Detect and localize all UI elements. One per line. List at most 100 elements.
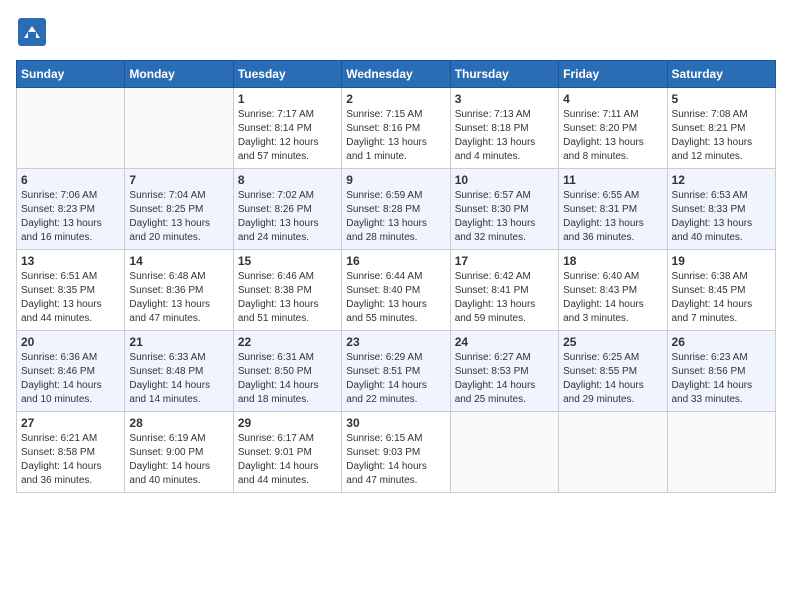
day-info: Sunrise: 7:15 AM Sunset: 8:16 PM Dayligh… xyxy=(346,108,445,164)
calendar-cell: 11Sunrise: 6:55 AM Sunset: 8:31 PM Dayli… xyxy=(559,169,667,250)
calendar-week-row: 27 Sunrise: 6:21 AM Sunset: 8:58 PM Dayli… xyxy=(17,412,776,493)
day-number: 10 xyxy=(455,173,554,187)
day-number: 11 xyxy=(563,173,662,187)
day-info: Sunrise: 7:04 AM Sunset: 8:25 PM Dayligh… xyxy=(129,189,228,245)
day-info: Sunrise: 7:13 AM Sunset: 8:18 PM Dayligh… xyxy=(455,108,554,164)
calendar-cell: 22 Sunrise: 6:31 AM Sunset: 8:50 PM Dayli… xyxy=(233,331,341,412)
calendar-cell: 10 Sunrise: 6:57 AM Sunset: 8:30 PM Dayli… xyxy=(450,169,558,250)
day-number: 3 xyxy=(455,92,554,106)
day-info: Sunrise: 6:53 AM Sunset: 8:33 PM Dayligh… xyxy=(672,189,771,245)
weekday-header-monday: Monday xyxy=(125,61,233,88)
day-number: 24 xyxy=(455,335,554,349)
day-info: Sunrise: 6:19 AM Sunset: 9:00 PM Dayligh… xyxy=(129,432,228,488)
page-header xyxy=(16,16,776,48)
day-number: 15 xyxy=(238,254,337,268)
day-number: 25 xyxy=(563,335,662,349)
day-number: 7 xyxy=(129,173,228,187)
day-info: Sunrise: 7:17 AM Sunset: 8:14 PM Dayligh… xyxy=(238,108,337,164)
day-number: 12 xyxy=(672,173,771,187)
day-info: Sunrise: 7:06 AM Sunset: 8:23 PM Dayligh… xyxy=(21,189,120,245)
day-info: Sunrise: 6:42 AM Sunset: 8:41 PM Dayligh… xyxy=(455,270,554,326)
calendar-cell: 18 Sunrise: 6:40 AM Sunset: 8:43 PM Dayli… xyxy=(559,250,667,331)
calendar-cell: 15 Sunrise: 6:46 AM Sunset: 8:38 PM Dayli… xyxy=(233,250,341,331)
calendar-cell xyxy=(125,88,233,169)
day-number: 16 xyxy=(346,254,445,268)
day-number: 29 xyxy=(238,416,337,430)
calendar-cell: 9Sunrise: 6:59 AM Sunset: 8:28 PM Daylig… xyxy=(342,169,450,250)
calendar-week-row: 20Sunrise: 6:36 AM Sunset: 8:46 PM Dayli… xyxy=(17,331,776,412)
day-info: Sunrise: 6:38 AM Sunset: 8:45 PM Dayligh… xyxy=(672,270,771,326)
day-info: Sunrise: 6:59 AM Sunset: 8:28 PM Dayligh… xyxy=(346,189,445,245)
day-number: 8 xyxy=(238,173,337,187)
day-number: 17 xyxy=(455,254,554,268)
calendar-cell: 24 Sunrise: 6:27 AM Sunset: 8:53 PM Dayli… xyxy=(450,331,558,412)
day-info: Sunrise: 6:23 AM Sunset: 8:56 PM Dayligh… xyxy=(672,351,771,407)
calendar-cell: 14 Sunrise: 6:48 AM Sunset: 8:36 PM Dayli… xyxy=(125,250,233,331)
day-number: 21 xyxy=(129,335,228,349)
day-number: 1 xyxy=(238,92,337,106)
day-number: 22 xyxy=(238,335,337,349)
calendar-cell: 16 Sunrise: 6:44 AM Sunset: 8:40 PM Dayli… xyxy=(342,250,450,331)
weekday-header-thursday: Thursday xyxy=(450,61,558,88)
weekday-header-sunday: Sunday xyxy=(17,61,125,88)
day-info: Sunrise: 6:27 AM Sunset: 8:53 PM Dayligh… xyxy=(455,351,554,407)
day-number: 28 xyxy=(129,416,228,430)
day-info: Sunrise: 6:31 AM Sunset: 8:50 PM Dayligh… xyxy=(238,351,337,407)
day-number: 4 xyxy=(563,92,662,106)
calendar-cell xyxy=(450,412,558,493)
calendar-cell: 6 Sunrise: 7:06 AM Sunset: 8:23 PM Daylig… xyxy=(17,169,125,250)
day-number: 5 xyxy=(672,92,771,106)
calendar-cell: 25 Sunrise: 6:25 AM Sunset: 8:55 PM Dayli… xyxy=(559,331,667,412)
day-number: 18 xyxy=(563,254,662,268)
day-info: Sunrise: 6:46 AM Sunset: 8:38 PM Dayligh… xyxy=(238,270,337,326)
calendar-cell: 17 Sunrise: 6:42 AM Sunset: 8:41 PM Dayli… xyxy=(450,250,558,331)
calendar-cell: 2 Sunrise: 7:15 AM Sunset: 8:16 PM Daylig… xyxy=(342,88,450,169)
calendar-cell xyxy=(559,412,667,493)
day-number: 14 xyxy=(129,254,228,268)
day-number: 26 xyxy=(672,335,771,349)
calendar-cell: 3 Sunrise: 7:13 AM Sunset: 8:18 PM Daylig… xyxy=(450,88,558,169)
day-info: Sunrise: 6:51 AM Sunset: 8:35 PM Dayligh… xyxy=(21,270,120,326)
day-info: Sunrise: 7:08 AM Sunset: 8:21 PM Dayligh… xyxy=(672,108,771,164)
calendar-cell: 12 Sunrise: 6:53 AM Sunset: 8:33 PM Dayli… xyxy=(667,169,775,250)
calendar-cell: 20Sunrise: 6:36 AM Sunset: 8:46 PM Dayli… xyxy=(17,331,125,412)
calendar-cell: 7 Sunrise: 7:04 AM Sunset: 8:25 PM Daylig… xyxy=(125,169,233,250)
day-info: Sunrise: 6:48 AM Sunset: 8:36 PM Dayligh… xyxy=(129,270,228,326)
weekday-header-saturday: Saturday xyxy=(667,61,775,88)
logo-icon xyxy=(16,16,48,48)
day-info: Sunrise: 6:57 AM Sunset: 8:30 PM Dayligh… xyxy=(455,189,554,245)
calendar-header-row: SundayMondayTuesdayWednesdayThursdayFrid… xyxy=(17,61,776,88)
day-number: 2 xyxy=(346,92,445,106)
day-number: 19 xyxy=(672,254,771,268)
calendar-cell: 26 Sunrise: 6:23 AM Sunset: 8:56 PM Dayli… xyxy=(667,331,775,412)
logo xyxy=(16,16,52,48)
weekday-header-wednesday: Wednesday xyxy=(342,61,450,88)
calendar-cell: 27 Sunrise: 6:21 AM Sunset: 8:58 PM Dayli… xyxy=(17,412,125,493)
calendar-cell: 28 Sunrise: 6:19 AM Sunset: 9:00 PM Dayli… xyxy=(125,412,233,493)
day-info: Sunrise: 6:17 AM Sunset: 9:01 PM Dayligh… xyxy=(238,432,337,488)
calendar-cell: 8Sunrise: 7:02 AM Sunset: 8:26 PM Daylig… xyxy=(233,169,341,250)
day-info: Sunrise: 6:25 AM Sunset: 8:55 PM Dayligh… xyxy=(563,351,662,407)
day-number: 30 xyxy=(346,416,445,430)
day-number: 23 xyxy=(346,335,445,349)
calendar-week-row: 6 Sunrise: 7:06 AM Sunset: 8:23 PM Daylig… xyxy=(17,169,776,250)
calendar-cell xyxy=(667,412,775,493)
day-info: Sunrise: 6:40 AM Sunset: 8:43 PM Dayligh… xyxy=(563,270,662,326)
calendar-week-row: 13Sunrise: 6:51 AM Sunset: 8:35 PM Dayli… xyxy=(17,250,776,331)
day-info: Sunrise: 6:33 AM Sunset: 8:48 PM Dayligh… xyxy=(129,351,228,407)
day-number: 27 xyxy=(21,416,120,430)
day-number: 6 xyxy=(21,173,120,187)
calendar-cell: 5 Sunrise: 7:08 AM Sunset: 8:21 PM Daylig… xyxy=(667,88,775,169)
calendar-cell: 1 Sunrise: 7:17 AM Sunset: 8:14 PM Daylig… xyxy=(233,88,341,169)
weekday-header-friday: Friday xyxy=(559,61,667,88)
day-info: Sunrise: 6:21 AM Sunset: 8:58 PM Dayligh… xyxy=(21,432,120,488)
calendar-cell: 21 Sunrise: 6:33 AM Sunset: 8:48 PM Dayli… xyxy=(125,331,233,412)
day-info: Sunrise: 6:36 AM Sunset: 8:46 PM Dayligh… xyxy=(21,351,120,407)
calendar-cell: 29 Sunrise: 6:17 AM Sunset: 9:01 PM Dayli… xyxy=(233,412,341,493)
calendar-cell: 30Sunrise: 6:15 AM Sunset: 9:03 PM Dayli… xyxy=(342,412,450,493)
weekday-header-tuesday: Tuesday xyxy=(233,61,341,88)
calendar-cell xyxy=(17,88,125,169)
calendar-week-row: 1 Sunrise: 7:17 AM Sunset: 8:14 PM Daylig… xyxy=(17,88,776,169)
day-info: Sunrise: 6:44 AM Sunset: 8:40 PM Dayligh… xyxy=(346,270,445,326)
calendar-cell: 13Sunrise: 6:51 AM Sunset: 8:35 PM Dayli… xyxy=(17,250,125,331)
